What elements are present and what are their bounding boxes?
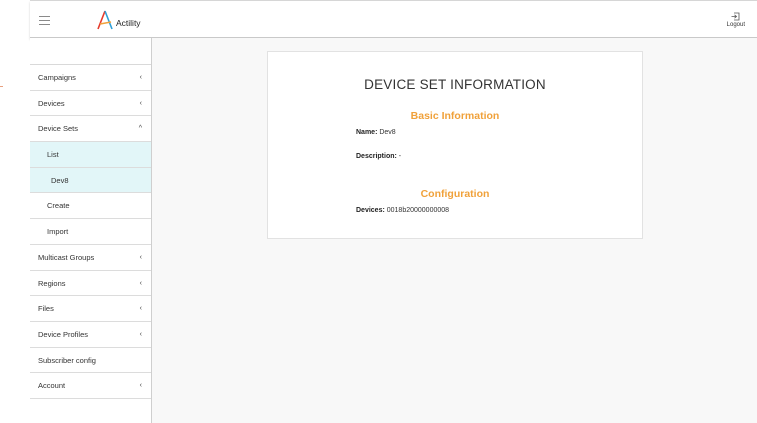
sidebar-item-label: Account [38, 381, 66, 391]
sidebar-item-account[interactable]: Account ‹ [30, 373, 151, 399]
chevron-left-icon: ‹ [139, 305, 142, 313]
device-set-info-card: DEVICE SET INFORMATION Basic Information… [267, 51, 643, 239]
description-value: - [398, 153, 402, 160]
sidebar-item-label: Device Profiles [38, 329, 89, 339]
sidebar-item-list[interactable]: List [30, 142, 151, 168]
sidebar-item-label: Regions [38, 278, 66, 288]
name-label: Name: [356, 129, 378, 136]
description-label: Description: [356, 153, 397, 160]
hamburger-icon[interactable] [39, 16, 50, 25]
chevron-left-icon: ‹ [139, 253, 142, 261]
sidebar-item-label: Subscriber config [38, 355, 96, 365]
chevron-up-icon: ^ [138, 125, 142, 133]
devices-value: 0018b20000000008 [386, 207, 450, 214]
sidebar-item-label: Import [47, 227, 69, 237]
sidebar-item-multicast-groups[interactable]: Multicast Groups ‹ [30, 245, 151, 271]
sidebar-item-files[interactable]: Files ‹ [30, 296, 151, 322]
sidebar-item-device-profiles[interactable]: Device Profiles ‹ [30, 322, 151, 348]
chevron-left-icon: ‹ [139, 279, 142, 287]
name-value: Dev8 [379, 129, 396, 136]
sidebar-item-label: Create [47, 201, 70, 211]
chevron-left-icon: ‹ [139, 330, 142, 338]
sidebar-item-label: Device Sets [38, 124, 79, 134]
main-content: DEVICE SET INFORMATION Basic Information… [152, 38, 757, 423]
logout-button[interactable]: Logout [727, 12, 745, 28]
logout-label: Logout [726, 22, 745, 28]
sidebar-item-import[interactable]: Import [30, 219, 151, 245]
logout-icon [731, 12, 740, 21]
name-field: Name: Dev8 [356, 129, 396, 136]
chevron-left-icon: ‹ [139, 74, 142, 81]
top-bar: Actility Logout [30, 0, 757, 38]
sidebar-item-regions[interactable]: Regions ‹ [30, 271, 151, 297]
sidebar-item-create[interactable]: Create [30, 193, 151, 220]
sidebar-item-label: List [47, 150, 59, 160]
sidebar-item-label: Files [38, 304, 54, 314]
sidebar-item-dev8[interactable]: Dev8 [30, 167, 151, 194]
actility-logo-icon [97, 10, 113, 30]
sidebar-item-label: Multicast Groups [38, 252, 95, 262]
devices-field: Devices: 0018b20000000008 [356, 207, 449, 214]
sidebar-item-campaigns[interactable]: Campaigns ‹ [30, 65, 151, 91]
sidebar: Campaigns ‹ Devices ‹ Device Sets ^ List… [30, 38, 152, 423]
brand-name: Actility [116, 18, 141, 28]
sidebar-item-subscriber-config[interactable]: Subscriber config [30, 348, 151, 374]
sidebar-item-devices[interactable]: Devices ‹ [30, 91, 151, 117]
sidebar-item-label: Devices [38, 98, 65, 108]
chevron-left-icon: ‹ [139, 382, 142, 390]
basic-info-heading: Basic Information [410, 110, 500, 122]
brand-logo[interactable]: Actility [96, 10, 141, 30]
devices-label: Devices: [356, 207, 385, 214]
configuration-heading: Configuration [420, 188, 490, 200]
sidebar-item-device-sets[interactable]: Device Sets ^ [30, 116, 151, 143]
sidebar-item-label: Campaigns [38, 73, 76, 82]
sidebar-item-label: Dev8 [51, 175, 69, 185]
page-title: DEVICE SET INFORMATION [364, 77, 546, 92]
chevron-left-icon: ‹ [139, 99, 142, 107]
description-field: Description: - [356, 153, 401, 160]
edge-mark [0, 86, 3, 87]
